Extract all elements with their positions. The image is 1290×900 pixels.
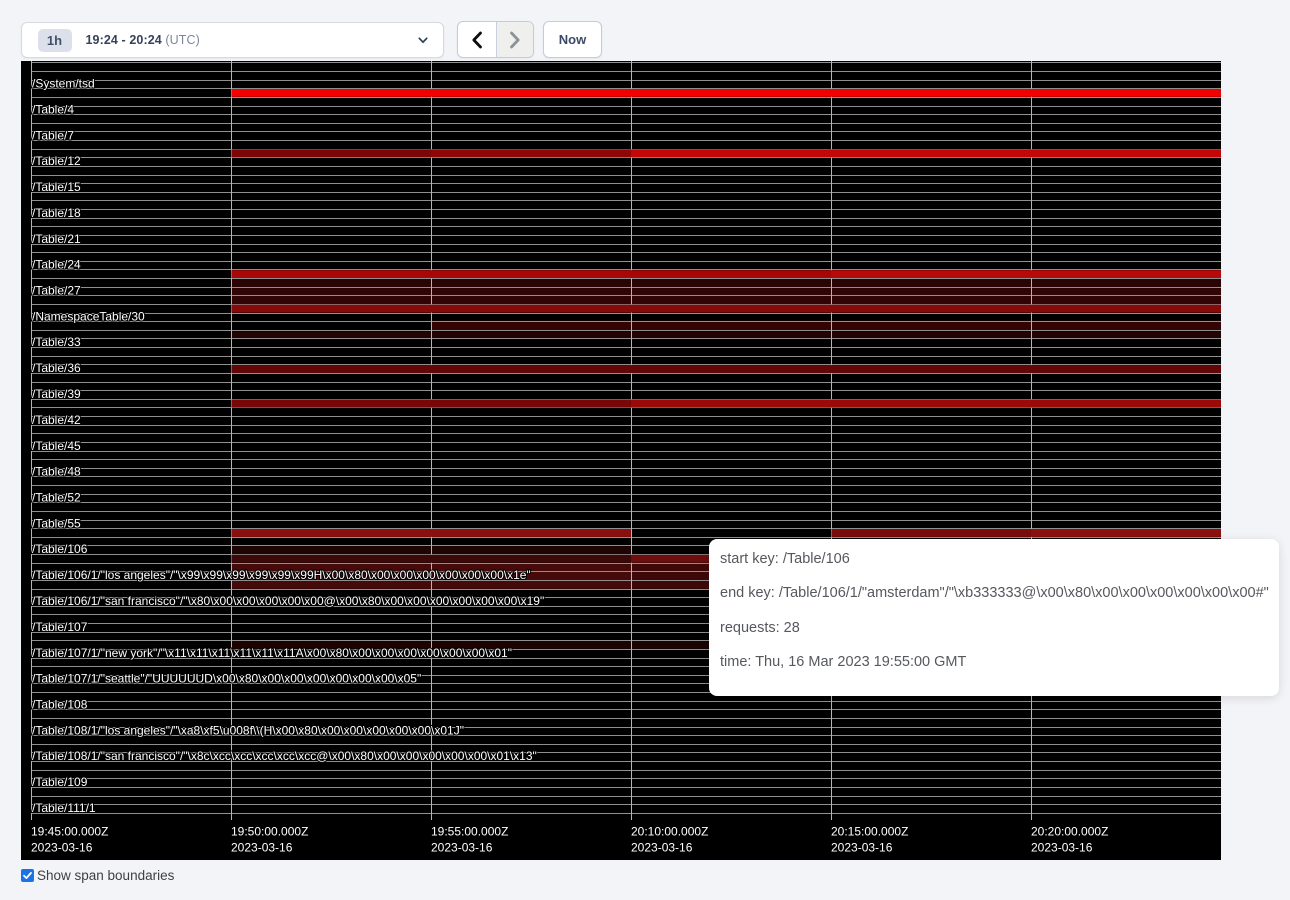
svg-text:/Table/107: /Table/107	[32, 620, 88, 634]
svg-text:/Table/108/1/"san francisco"/": /Table/108/1/"san francisco"/"\x8c\xcc\x…	[32, 749, 537, 763]
svg-text:20:20:00.000Z: 20:20:00.000Z	[1031, 825, 1108, 839]
svg-text:/Table/107/1/"new york"/"\x11\: /Table/107/1/"new york"/"\x11\x11\x11\x1…	[32, 646, 512, 660]
svg-text:19:45:00.000Z: 19:45:00.000Z	[31, 825, 108, 839]
svg-text:/System/tsd: /System/tsd	[32, 77, 95, 91]
svg-text:/Table/106/1/"san francisco"/": /Table/106/1/"san francisco"/"\x80\x00\x…	[32, 594, 544, 608]
svg-text:2023-03-16: 2023-03-16	[1031, 841, 1093, 855]
svg-text:/Table/21: /Table/21	[32, 232, 81, 246]
svg-text:/Table/24: /Table/24	[32, 258, 81, 272]
svg-text:/Table/27: /Table/27	[32, 284, 81, 298]
svg-text:2023-03-16: 2023-03-16	[631, 841, 693, 855]
svg-text:/Table/108: /Table/108	[32, 698, 88, 712]
svg-text:/Table/12: /Table/12	[32, 154, 81, 168]
svg-text:/Table/48: /Table/48	[32, 465, 81, 479]
svg-text:/Table/45: /Table/45	[32, 439, 81, 453]
svg-text:/Table/15: /Table/15	[32, 180, 81, 194]
svg-text:/Table/18: /Table/18	[32, 206, 81, 220]
svg-text:/Table/55: /Table/55	[32, 516, 81, 530]
svg-text:19:50:00.000Z: 19:50:00.000Z	[231, 825, 308, 839]
svg-text:/Table/108/1/"los angeles"/"\x: /Table/108/1/"los angeles"/"\xa8\xf5\u00…	[32, 723, 464, 737]
svg-text:/Table/107/1/"seattle"/"UUUUUU: /Table/107/1/"seattle"/"UUUUUUD\x00\x80\…	[32, 672, 421, 686]
svg-text:/Table/42: /Table/42	[32, 413, 81, 427]
svg-text:/Table/4: /Table/4	[32, 102, 74, 116]
svg-text:/Table/106/1/"los angeles"/"\x: /Table/106/1/"los angeles"/"\x99\x99\x99…	[32, 568, 531, 582]
svg-text:2023-03-16: 2023-03-16	[231, 841, 293, 855]
svg-text:/Table/106: /Table/106	[32, 542, 88, 556]
svg-text:19:55:00.000Z: 19:55:00.000Z	[431, 825, 508, 839]
svg-text:2023-03-16: 2023-03-16	[831, 841, 893, 855]
svg-text:/Table/7: /Table/7	[32, 128, 74, 142]
svg-text:/Table/39: /Table/39	[32, 387, 81, 401]
svg-text:/Table/36: /Table/36	[32, 361, 81, 375]
svg-text:2023-03-16: 2023-03-16	[431, 841, 493, 855]
svg-text:/NamespaceTable/30: /NamespaceTable/30	[32, 309, 145, 323]
svg-text:/Table/109: /Table/109	[32, 775, 88, 789]
svg-text:20:10:00.000Z: 20:10:00.000Z	[631, 825, 708, 839]
svg-text:/Table/52: /Table/52	[32, 491, 81, 505]
svg-text:/Table/111/1: /Table/111/1	[32, 801, 96, 815]
svg-text:20:15:00.000Z: 20:15:00.000Z	[831, 825, 908, 839]
svg-text:2023-03-16: 2023-03-16	[31, 841, 93, 855]
svg-text:/Table/33: /Table/33	[32, 335, 81, 349]
